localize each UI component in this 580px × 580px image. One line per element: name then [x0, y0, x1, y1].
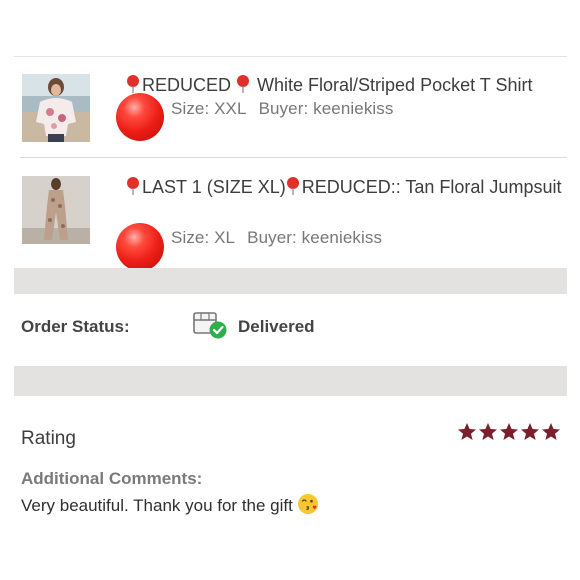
rating-label: Rating [21, 428, 76, 449]
section-divider [14, 268, 567, 294]
red-balloon-icon [116, 223, 164, 271]
kiss-face-emoji-icon [297, 494, 318, 514]
item-buyer[interactable]: Buyer: keeniekiss [247, 228, 382, 247]
pin-icon [237, 75, 250, 93]
pin-icon [127, 177, 139, 195]
rating-panel: Rating Additional Comments: Very beautif… [14, 396, 567, 522]
order-items-panel: REDUCED White Floral/Striped Pocket T Sh… [14, 56, 567, 271]
order-status-value: Delivered [238, 317, 315, 336]
item-title-part-1: LAST 1 (SIZE XL) [142, 177, 286, 197]
comments-text: Very beautiful. Thank you for the gift [21, 493, 319, 516]
item-meta: Size: XL Buyer: keeniekiss [171, 228, 382, 248]
star-icon [500, 423, 518, 440]
star-icon [542, 423, 560, 440]
section-divider [14, 366, 567, 396]
item-title-part-1: REDUCED [142, 75, 237, 95]
order-item[interactable]: REDUCED White Floral/Striped Pocket T Sh… [20, 57, 567, 158]
star-icon [479, 423, 497, 440]
item-size: Size: XL [171, 228, 236, 247]
order-item[interactable]: LAST 1 (SIZE XL) REDUCED:: Tan Floral Ju… [20, 159, 567, 271]
package-delivered-icon [193, 312, 227, 339]
comments-body: Very beautiful. Thank you for the gift [21, 496, 293, 515]
order-status-label: Order Status: [21, 317, 130, 336]
item-title[interactable]: LAST 1 (SIZE XL) REDUCED:: Tan Floral Ju… [126, 174, 566, 200]
star-icon [521, 423, 539, 440]
item-title-part-2: REDUCED:: Tan Floral Jumpsuit [301, 177, 562, 197]
item-title-part-2: White Floral/Striped Pocket T Shirt [252, 75, 533, 95]
product-thumbnail[interactable] [22, 176, 90, 244]
star-rating [457, 422, 561, 442]
order-status-panel: Order Status: Delivered [14, 294, 567, 366]
red-balloon-icon [116, 93, 164, 141]
pin-icon [286, 177, 299, 195]
product-thumbnail[interactable] [22, 74, 90, 142]
item-buyer[interactable]: Buyer: keeniekiss [259, 99, 394, 118]
star-icon [458, 423, 476, 440]
item-meta: Size: XXL Buyer: keeniekiss [171, 99, 394, 119]
floral-shirt-photo-icon [22, 74, 90, 142]
item-size: Size: XXL [171, 99, 247, 118]
pin-icon [127, 75, 139, 93]
floral-jumpsuit-photo-icon [22, 176, 90, 244]
item-title[interactable]: REDUCED White Floral/Striped Pocket T Sh… [126, 72, 566, 98]
comments-label: Additional Comments: [21, 469, 203, 488]
